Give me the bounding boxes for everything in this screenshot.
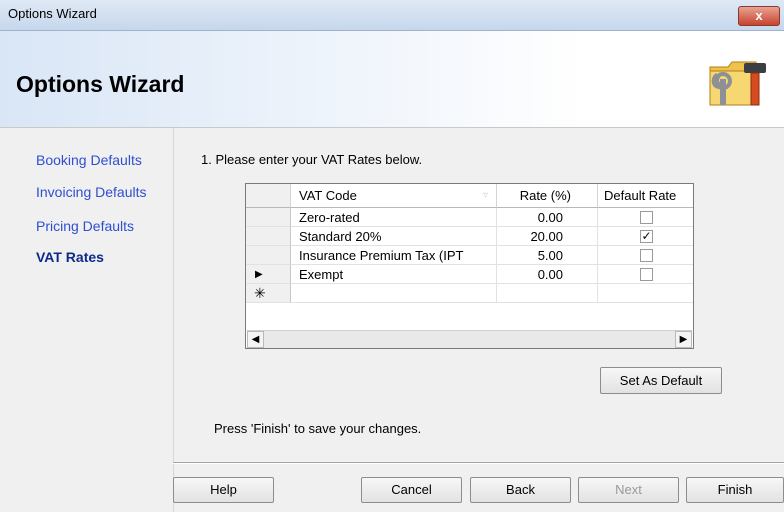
grid-corner-header xyxy=(246,184,291,208)
instruction-text: 1. Please enter your VAT Rates below. xyxy=(201,152,423,167)
sidebar-item-invoicing-defaults[interactable]: Invoicing Defaults xyxy=(36,184,147,200)
rate-cell[interactable]: 0.00 xyxy=(497,265,598,284)
wizard-banner: Options Wizard xyxy=(0,31,784,128)
rate-cell[interactable]: 0.00 xyxy=(497,208,598,227)
default-rate-cell xyxy=(598,265,693,284)
folder-tools-icon xyxy=(709,61,766,106)
new-row-indicator-icon[interactable]: ✳ xyxy=(246,284,291,303)
default-rate-cell xyxy=(598,246,693,265)
row-header[interactable] xyxy=(246,227,291,246)
vat-code-cell[interactable]: Standard 20% xyxy=(291,227,497,246)
default-rate-cell xyxy=(598,284,693,303)
table-row-new[interactable]: ✳ xyxy=(246,284,693,303)
column-header-default-rate[interactable]: Default Rate xyxy=(598,184,693,208)
default-rate-checkbox[interactable] xyxy=(640,211,653,224)
column-header-label: VAT Code xyxy=(299,188,357,203)
row-header[interactable] xyxy=(246,246,291,265)
row-header[interactable] xyxy=(246,208,291,227)
scroll-right-icon[interactable]: ▶ xyxy=(675,331,692,348)
vat-rates-grid[interactable]: VAT Code ▿ Rate (%) Default Rate Zero-ra… xyxy=(245,183,694,349)
sidebar-item-pricing-defaults[interactable]: Pricing Defaults xyxy=(36,218,134,234)
default-rate-checkbox[interactable] xyxy=(640,268,653,281)
cancel-button[interactable]: Cancel xyxy=(361,477,462,503)
default-rate-checkbox[interactable] xyxy=(640,249,653,262)
back-button[interactable]: Back xyxy=(470,477,571,503)
sidebar-item-booking-defaults[interactable]: Booking Defaults xyxy=(36,152,142,168)
vat-code-cell[interactable]: Insurance Premium Tax (IPT xyxy=(291,246,497,265)
default-rate-cell xyxy=(598,208,693,227)
close-button[interactable]: x xyxy=(738,6,780,26)
sort-indicator-icon: ▿ xyxy=(482,190,488,201)
rate-cell[interactable]: 20.00 xyxy=(497,227,598,246)
vat-code-cell[interactable]: Zero-rated xyxy=(291,208,497,227)
current-row-indicator-icon[interactable]: ▶ xyxy=(246,265,291,284)
column-header-vat-code[interactable]: VAT Code ▿ xyxy=(291,184,497,208)
rate-cell[interactable]: 5.00 xyxy=(497,246,598,265)
vat-code-cell[interactable]: Exempt xyxy=(291,265,497,284)
table-row[interactable]: Zero-rated 0.00 xyxy=(246,208,693,227)
horizontal-scrollbar[interactable]: ◀ ▶ xyxy=(247,330,692,348)
default-rate-checkbox[interactable]: ✓ xyxy=(640,230,653,243)
table-row[interactable]: Standard 20% 20.00 ✓ xyxy=(246,227,693,246)
finish-hint-text: Press 'Finish' to save your changes. xyxy=(214,421,422,436)
next-button[interactable]: Next xyxy=(578,477,679,503)
window-title: Options Wizard xyxy=(8,6,97,21)
table-row[interactable]: Insurance Premium Tax (IPT 5.00 xyxy=(246,246,693,265)
set-as-default-button[interactable]: Set As Default xyxy=(600,367,722,394)
scroll-left-icon[interactable]: ◀ xyxy=(247,331,264,348)
default-rate-cell: ✓ xyxy=(598,227,693,246)
title-bar: Options Wizard x xyxy=(0,0,784,31)
vat-code-cell[interactable] xyxy=(291,284,497,303)
rate-cell[interactable] xyxy=(497,284,598,303)
wizard-sidebar: Booking Defaults Invoicing Defaults Pric… xyxy=(0,128,174,512)
footer-separator xyxy=(173,462,784,464)
banner-title: Options Wizard xyxy=(16,71,185,97)
column-header-rate[interactable]: Rate (%) xyxy=(497,184,598,208)
help-button[interactable]: Help xyxy=(173,477,274,503)
table-row-current[interactable]: ▶ Exempt 0.00 xyxy=(246,265,693,284)
finish-button[interactable]: Finish xyxy=(686,477,784,503)
sidebar-item-vat-rates[interactable]: VAT Rates xyxy=(36,249,104,265)
